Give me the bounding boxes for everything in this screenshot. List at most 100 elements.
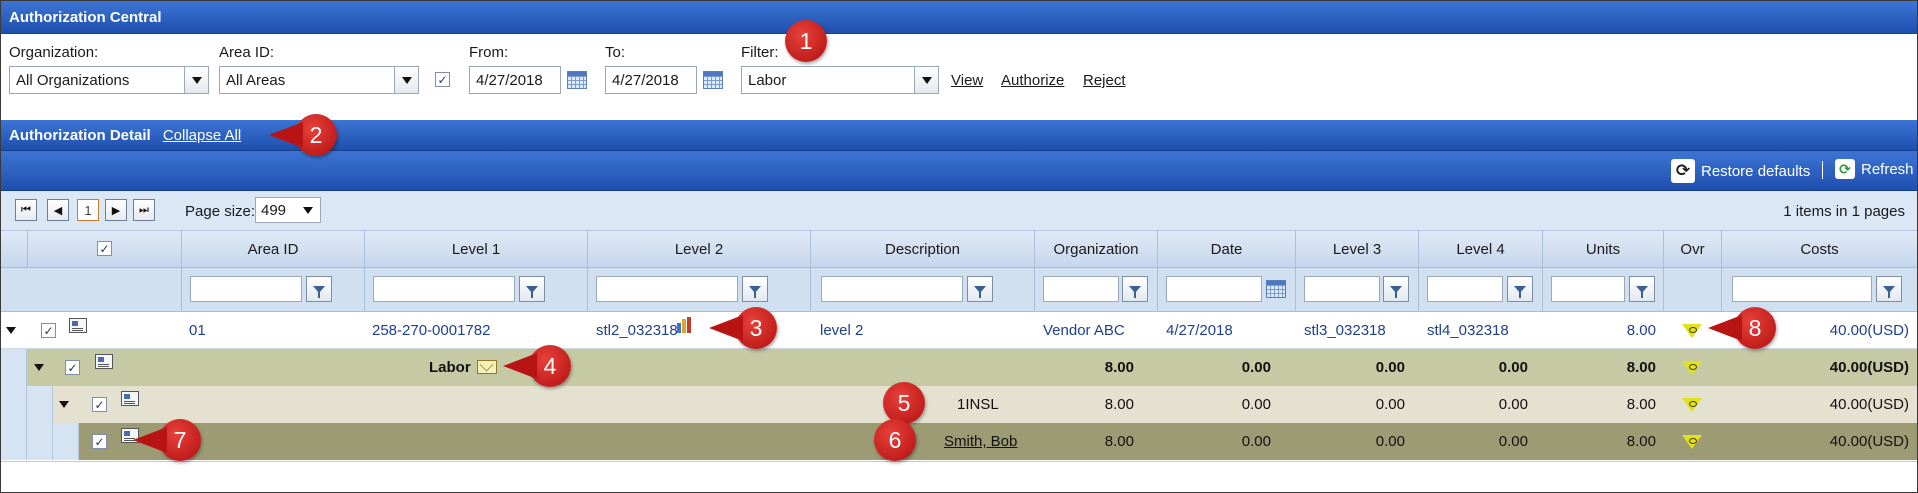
callout-8: 8 <box>1708 307 1776 349</box>
expand-collapse-icon[interactable] <box>6 327 16 334</box>
reject-link[interactable]: Reject <box>1083 72 1126 89</box>
grid-bottom-border <box>1 461 1917 462</box>
filter-funnel-icon[interactable] <box>1876 276 1902 302</box>
detail-card-icon[interactable] <box>95 354 113 369</box>
calendar-icon[interactable] <box>567 71 587 89</box>
envelope-icon[interactable] <box>477 360 497 374</box>
filter-funnel-icon[interactable] <box>1507 276 1533 302</box>
view-link[interactable]: View <box>951 72 983 89</box>
filter-cell-area-id <box>181 268 364 312</box>
chevron-down-icon[interactable] <box>914 67 938 93</box>
row-select-checkbox[interactable]: ✓ <box>65 360 80 375</box>
level-1-cell: 258-270-0001782 <box>372 322 491 339</box>
table-row-employee[interactable]: ✓ Smith, Bob 8.00 0.00 0.00 0.00 8.00 40… <box>79 423 1917 460</box>
units-value: 8.00 <box>1626 433 1656 450</box>
collapse-all-link[interactable]: Collapse All <box>163 127 241 144</box>
column-header-area-id[interactable]: Area ID <box>181 231 364 268</box>
description-filter-input[interactable] <box>821 276 963 302</box>
table-row-subgroup[interactable]: ✓ 1INSL 8.00 0.00 0.00 0.00 8.00 40.00(U… <box>53 386 1917 423</box>
from-label: From: <box>469 44 509 61</box>
date-total: 0.00 <box>1241 359 1271 376</box>
area-id-value: All Areas <box>226 72 286 89</box>
row-select-checkbox[interactable]: ✓ <box>92 397 107 412</box>
column-header-description[interactable]: Description <box>810 231 1034 268</box>
expand-collapse-icon[interactable] <box>34 364 44 371</box>
toolbar-separator <box>1822 161 1823 179</box>
area-id-cell: 01 <box>189 322 206 339</box>
include-checkbox[interactable]: ✓ <box>435 72 450 87</box>
column-header-level-3[interactable]: Level 3 <box>1295 231 1418 268</box>
filter-cell-level-3 <box>1295 268 1418 312</box>
filter-funnel-icon[interactable] <box>519 276 545 302</box>
refresh-button[interactable]: ⟳ Refresh <box>1835 159 1914 179</box>
authorize-link[interactable]: Authorize <box>1001 72 1064 89</box>
chart-bars-icon[interactable] <box>677 317 695 333</box>
override-icon[interactable] <box>1682 398 1702 412</box>
current-page-button[interactable]: 1 <box>77 199 99 221</box>
organization-value: All Organizations <box>16 72 130 89</box>
column-header-date[interactable]: Date <box>1157 231 1295 268</box>
filter-funnel-icon[interactable] <box>306 276 332 302</box>
filter-funnel-icon[interactable] <box>1383 276 1409 302</box>
column-header-units[interactable]: Units <box>1542 231 1663 268</box>
organization-label: Organization: <box>9 44 99 61</box>
refresh-icon: ⟳ <box>1835 159 1855 179</box>
chevron-down-icon[interactable] <box>394 67 418 93</box>
restore-defaults-button[interactable]: ⟳ Restore defaults <box>1671 159 1810 183</box>
detail-card-icon[interactable] <box>69 318 87 333</box>
override-icon[interactable] <box>1682 361 1702 375</box>
level-2-filter-input[interactable] <box>596 276 738 302</box>
row-select-checkbox[interactable]: ✓ <box>92 434 107 449</box>
level-4-subtotal: 0.00 <box>1498 396 1528 413</box>
column-header-level-1[interactable]: Level 1 <box>364 231 587 268</box>
refresh-label: Refresh <box>1861 160 1914 178</box>
first-page-icon[interactable]: ⏮ <box>15 199 37 221</box>
date-filter-input[interactable] <box>1166 276 1262 302</box>
area-id-select[interactable]: All Areas <box>219 66 419 94</box>
last-page-icon[interactable]: ⏭ <box>133 199 155 221</box>
pager: ⏮ ◀ 1 ▶ ⏭ Page size: 499 1 items in 1 pa… <box>1 191 1917 231</box>
to-date-input[interactable]: 4/27/2018 <box>605 66 697 94</box>
costs-filter-input[interactable] <box>1732 276 1872 302</box>
employee-name-link[interactable]: Smith, Bob <box>944 423 1017 460</box>
column-header-level-2[interactable]: Level 2 <box>587 231 810 268</box>
from-date-input[interactable]: 4/27/2018 <box>469 66 561 94</box>
organization-select[interactable]: All Organizations <box>9 66 209 94</box>
expand-collapse-icon[interactable] <box>59 401 69 408</box>
level-3-value: 0.00 <box>1375 433 1405 450</box>
level-4-filter-input[interactable] <box>1427 276 1503 302</box>
filter-select[interactable]: Labor <box>741 66 939 94</box>
chevron-down-icon[interactable] <box>184 67 208 93</box>
column-header-organization[interactable]: Organization <box>1034 231 1157 268</box>
level-1-filter-input[interactable] <box>373 276 515 302</box>
filter-funnel-icon[interactable] <box>1122 276 1148 302</box>
table-row-main[interactable]: ✓ 01 258-270-0001782 stl2_032318 level 2… <box>1 312 1917 349</box>
grid-filter-row <box>1 268 1917 312</box>
pager-info: 1 items in 1 pages <box>1783 203 1905 220</box>
level-3-filter-input[interactable] <box>1304 276 1380 302</box>
organization-filter-input[interactable] <box>1043 276 1119 302</box>
date-cell: 4/27/2018 <box>1166 322 1233 339</box>
costs-total: 40.00(USD) <box>1829 359 1909 376</box>
filter-funnel-icon[interactable] <box>1629 276 1655 302</box>
calendar-icon[interactable] <box>703 71 723 89</box>
row-select-checkbox[interactable]: ✓ <box>41 323 56 338</box>
page-size-select[interactable]: 499 <box>255 197 321 223</box>
previous-page-icon[interactable]: ◀ <box>47 199 69 221</box>
override-icon[interactable] <box>1682 435 1702 449</box>
from-date-value: 4/27/2018 <box>476 72 543 89</box>
select-all-checkbox[interactable]: ✓ <box>97 241 112 256</box>
next-page-icon[interactable]: ▶ <box>105 199 127 221</box>
table-row-group-labor[interactable]: ✓ Labor 8.00 0.00 0.00 0.00 8.00 40.00(U… <box>27 349 1917 386</box>
area-id-filter-input[interactable] <box>190 276 302 302</box>
filter-funnel-icon[interactable] <box>742 276 768 302</box>
detail-card-icon[interactable] <box>121 391 139 406</box>
filter-funnel-icon[interactable] <box>967 276 993 302</box>
override-icon[interactable] <box>1682 324 1702 338</box>
column-header-level-4[interactable]: Level 4 <box>1418 231 1542 268</box>
column-header-costs[interactable]: Costs <box>1721 231 1917 268</box>
calendar-icon[interactable] <box>1266 280 1286 298</box>
units-subtotal: 8.00 <box>1626 396 1656 413</box>
column-header-ovr[interactable]: Ovr <box>1663 231 1721 268</box>
units-filter-input[interactable] <box>1551 276 1625 302</box>
